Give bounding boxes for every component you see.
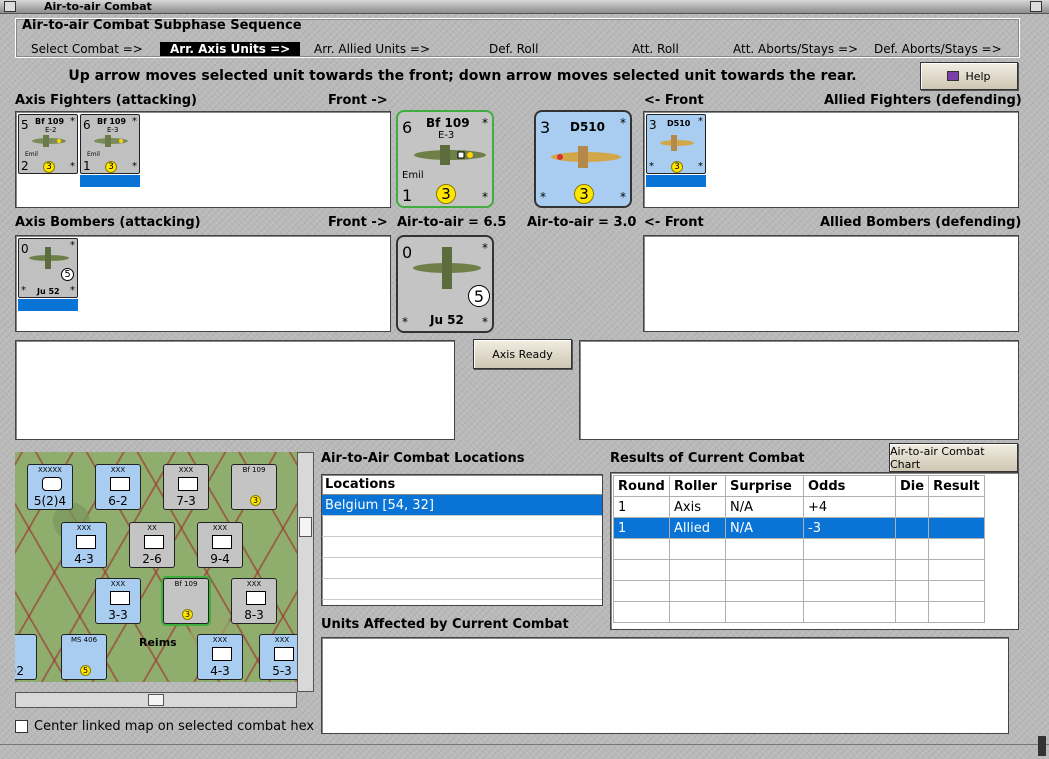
center-map-checkbox[interactable] [15,720,28,733]
axis-bombers-label: Axis Bombers (attacking) [15,215,201,230]
step-att-aborts: Att. Aborts/Stays => [733,42,859,56]
map-counter[interactable]: MS 406 5 [61,634,107,680]
results-table: Round Roller Surprise Odds Die Result 1 … [613,475,986,623]
axis-bombers-panel[interactable]: 0 * 5 * Ju 52 * [15,235,391,332]
counter-bf109-e3[interactable]: 6 Bf 109 E-3 * Emil 1 3 * [80,114,140,174]
table-row[interactable]: 1 Axis N/A +4 [613,496,986,518]
map-counter[interactable]: XXX 4-3 [61,522,107,568]
map-counter-bf109-selected[interactable]: Bf 109 3 [163,578,209,624]
step-def-aborts: Def. Aborts/Stays => [874,42,1002,56]
step-arr-axis-units: Arr. Axis Units => [160,42,300,56]
empty-row [613,580,986,602]
scroll-thumb[interactable] [299,517,312,537]
map-counter[interactable]: XXX 3-3 [95,578,141,624]
center-map-checkbox-label: Center linked map on selected combat hex [34,719,315,734]
location-item[interactable]: Belgium [54, 32] [322,495,602,516]
empty-row [322,558,602,579]
step-att-roll: Att. Roll [632,42,679,56]
map-counter[interactable]: XXX 4-3 [197,634,243,680]
axis-air-to-air-value: Air-to-air = 6.5 [397,215,507,230]
title-bar: Air-to-air Combat [0,0,1049,14]
axis-fighters-panel[interactable]: 5 Bf 109 E-2 * Emil 2 3 * 6 Bf 109 E-3 *… [15,111,391,208]
linked-map[interactable]: XXXXX 5(2)4 XXX 6-2 XXX 7-3 Bf 109 3 XXX… [15,452,297,682]
help-button[interactable]: Help [920,62,1018,90]
axis-fighters-front-label: Front -> [328,93,388,108]
locations-list[interactable]: Locations Belgium [54, 32] [321,474,603,606]
selected-axis-bomber-large: 0 * 5 * Ju 52 * [396,235,494,333]
combat-chart-button[interactable]: Air-to-air Combat Chart [889,443,1018,472]
map-counter[interactable]: XXX 7-3 [163,464,209,510]
map-counter[interactable]: XXX 5-3 [259,634,297,680]
axis-bombers-front-label: Front -> [328,215,388,230]
empty-row [613,559,986,581]
axis-ready-button[interactable]: Axis Ready [473,339,572,369]
allied-fighters-label: Allied Fighters (defending) [824,93,1022,108]
map-vertical-scrollbar[interactable] [297,452,314,692]
counter-d510[interactable]: 3 D510 * * 3 * [646,114,706,174]
allied-message-panel [579,340,1019,440]
axis-fighters-label: Axis Fighters (attacking) [15,93,197,108]
map-counter[interactable]: XXXXX 5(2)4 [27,464,73,510]
counter-bf109-e2[interactable]: 5 Bf 109 E-2 * Emil 2 3 * [18,114,78,174]
allied-bombers-label: Allied Bombers (defending) [820,215,1022,230]
system-menu-icon[interactable] [4,1,16,12]
status-bar [0,744,1049,759]
book-icon [947,71,960,81]
allied-bombers-panel[interactable] [643,235,1019,332]
fighter-plane-icon [32,135,66,147]
selected-unit-indicator [80,175,140,187]
empty-row [322,579,602,600]
step-arr-allied-units: Arr. Allied Units => [314,42,431,56]
axis-message-panel [15,340,455,440]
map-counter[interactable]: 2)2 [15,634,37,680]
locations-header: Locations [322,475,602,495]
step-select-combat: Select Combat => [31,42,143,56]
map-counter[interactable]: XXX 6-2 [95,464,141,510]
bomber-plane-icon [29,247,69,269]
map-counter[interactable]: XX 2-6 [129,522,175,568]
fighter-plane-icon [660,135,694,151]
results-table-panel: Round Roller Surprise Odds Die Result 1 … [610,472,1019,630]
window-title: Air-to-air Combat [44,0,152,13]
selected-unit-indicator [18,299,78,311]
instructions: Up arrow moves selected unit towards the… [68,68,857,84]
empty-row [322,516,602,537]
selected-unit-indicator [646,175,706,187]
map-counter[interactable]: XXX 8-3 [231,578,277,624]
selected-axis-fighter-large: 6 Bf 109 E-3 * Emil 1 3 * [396,110,494,208]
resize-grip-icon[interactable] [1038,736,1046,756]
allied-air-to-air-value: Air-to-air = 3.0 [527,215,637,230]
map-city-label: Reims [139,636,177,649]
help-label: Help [965,69,991,83]
fighter-plane-icon [414,145,486,165]
units-affected-panel [321,637,1009,734]
table-row[interactable]: 1 Allied N/A -3 [613,517,986,539]
allied-fighters-panel[interactable]: 3 D510 * * 3 * [643,111,1019,208]
counter-ju52[interactable]: 0 * 5 * Ju 52 * [18,238,78,298]
empty-row [613,601,986,623]
empty-row [322,537,602,558]
map-counter-bf109[interactable]: Bf 109 3 [231,464,277,510]
allied-bombers-front-label: <- Front [644,215,704,230]
selected-allied-fighter-large: 3 D510 * * 3 * [534,110,632,208]
fighter-plane-icon [94,135,128,147]
map-counter[interactable]: XXX 9-4 [197,522,243,568]
locations-title: Air-to-Air Combat Locations [321,451,525,466]
close-icon[interactable] [1030,1,1042,12]
scroll-thumb[interactable] [148,694,164,706]
fighter-plane-icon [551,146,621,168]
empty-row [613,538,986,560]
map-horizontal-scrollbar[interactable] [15,692,297,708]
step-def-roll: Def. Roll [489,42,539,56]
sequence-title: Air-to-air Combat Subphase Sequence [22,18,302,33]
units-affected-title: Units Affected by Current Combat [321,617,569,632]
allied-fighters-front-label: <- Front [644,93,704,108]
results-title: Results of Current Combat [610,451,805,466]
